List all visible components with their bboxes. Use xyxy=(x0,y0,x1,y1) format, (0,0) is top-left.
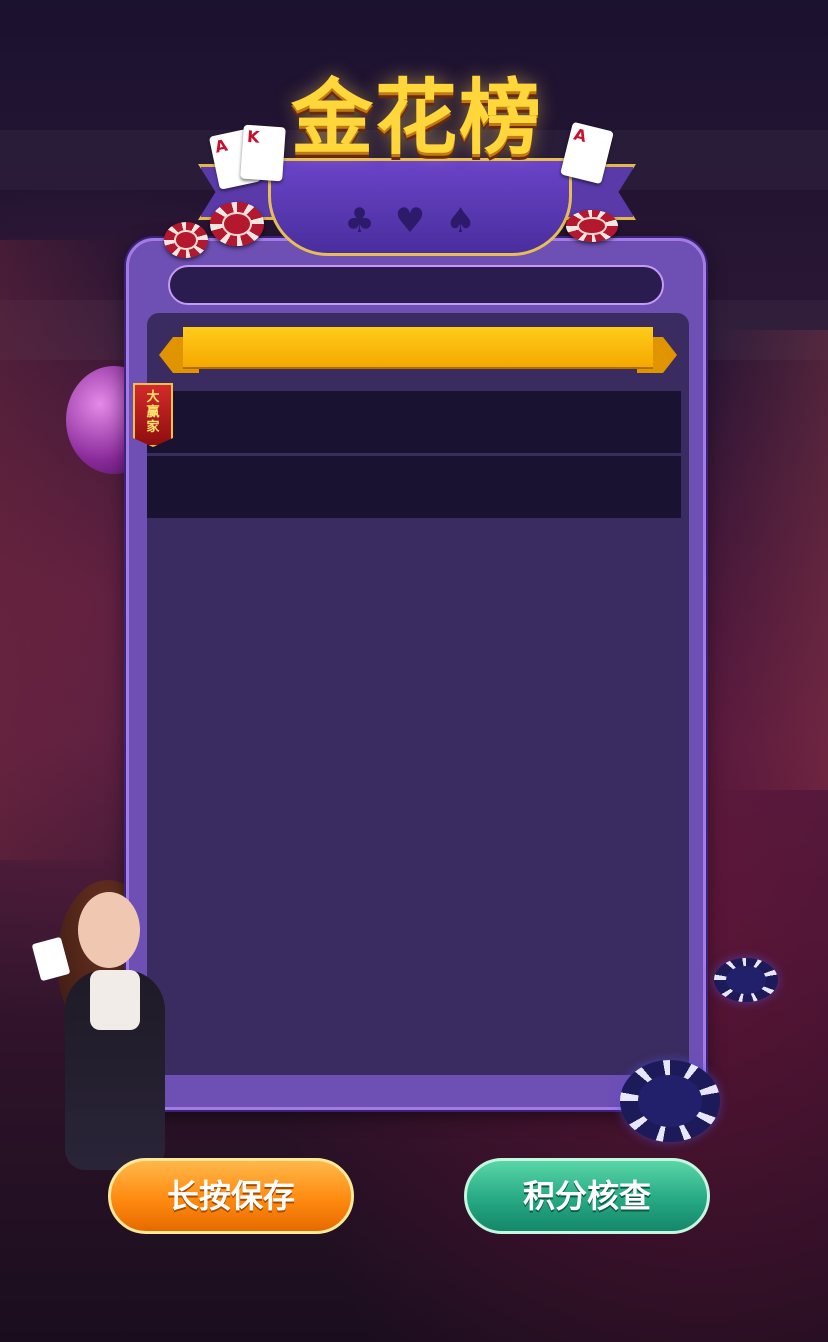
hostess-illustration xyxy=(20,880,210,1170)
poker-chip-icon xyxy=(164,222,208,258)
leaderboard-banner xyxy=(159,327,677,377)
long-press-save-button[interactable]: 长按保存 xyxy=(108,1158,354,1234)
poker-chip-icon xyxy=(210,202,264,246)
banner-text xyxy=(183,327,653,367)
hostess-head xyxy=(78,892,140,968)
playing-card-icon xyxy=(31,936,71,982)
leaderboard-row[interactable] xyxy=(147,456,681,518)
page-title: 金花榜 xyxy=(290,70,543,166)
title-ribbon-front: ♣♥♠ xyxy=(268,158,572,256)
points-check-button[interactable]: 积分核查 xyxy=(464,1158,710,1234)
leaderboard-list: 大 赢 家 xyxy=(133,313,689,1075)
suits-icon: ♣♥♠ xyxy=(344,201,496,241)
leaderboard-panel: 大 赢 家 xyxy=(126,238,706,1110)
search-input[interactable] xyxy=(168,265,664,305)
poker-chip-icon xyxy=(566,210,618,242)
background-curtain-right xyxy=(718,330,828,790)
hostess-shirt xyxy=(90,970,140,1030)
background-curtain-left xyxy=(0,240,120,860)
leaderboard-row[interactable]: 大 赢 家 xyxy=(133,383,681,453)
big-winner-badge: 大 赢 家 xyxy=(133,383,173,447)
blue-chip-decoration xyxy=(714,958,778,1002)
blue-chip-decoration xyxy=(620,1060,720,1142)
